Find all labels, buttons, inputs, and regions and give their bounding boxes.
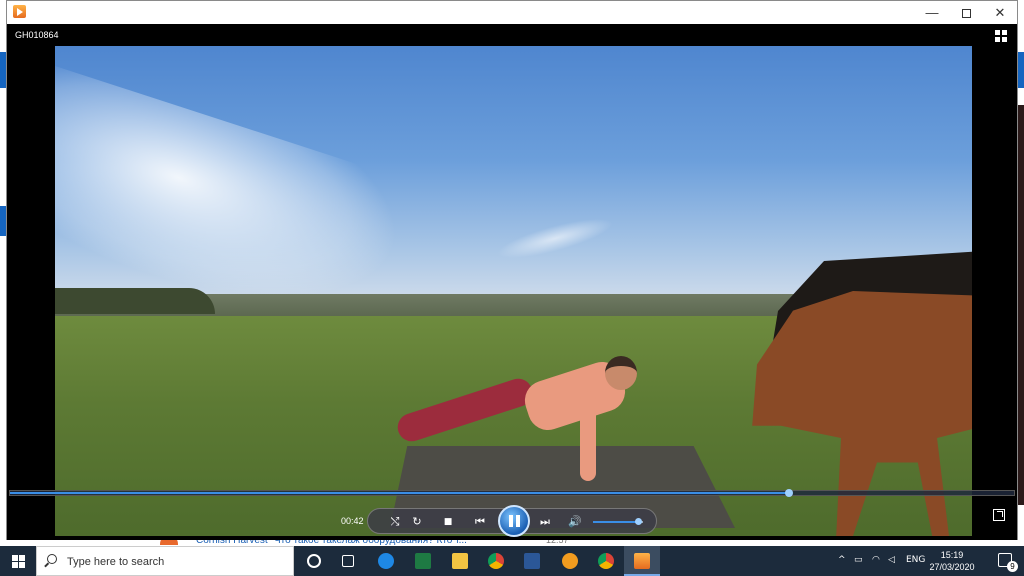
volume-thumb[interactable]	[635, 518, 642, 525]
battery-icon[interactable]: ▭	[854, 555, 863, 565]
language-indicator[interactable]: ENG	[906, 555, 925, 565]
playback-controls: ⤭ ↻ ■ ⏮ ⏭ 🔊	[367, 505, 657, 537]
shuffle-button[interactable]: ⤭	[386, 513, 404, 531]
maximize-icon	[961, 9, 971, 19]
background-window-edge	[1018, 105, 1024, 505]
chrome-profile-icon[interactable]	[588, 546, 624, 576]
excel-icon[interactable]	[405, 546, 441, 576]
fullscreen-icon[interactable]	[993, 509, 1005, 521]
repeat-button[interactable]: ↻	[408, 513, 426, 531]
title-bar[interactable]: — ✕	[7, 1, 1017, 24]
taskbar: Type here to search ^ ▭ ◠ ◁ ENG 15:19 27…	[0, 546, 1024, 576]
person-arm	[580, 391, 596, 481]
search-placeholder: Type here to search	[67, 556, 165, 568]
video-frame	[55, 46, 972, 536]
switch-to-library-icon[interactable]	[995, 30, 1007, 42]
maximize-button[interactable]	[949, 1, 983, 24]
elapsed-time: 00:42	[341, 516, 364, 526]
mute-button[interactable]: 🔊	[566, 513, 584, 531]
cortana-icon[interactable]	[296, 546, 332, 576]
clock-date: 27/03/2020	[929, 562, 975, 572]
seek-thumb[interactable]	[785, 489, 794, 497]
stop-button[interactable]: ■	[439, 513, 457, 531]
file-name: GH010864	[15, 30, 59, 40]
volume-slider[interactable]	[593, 518, 643, 525]
task-view-icon[interactable]	[330, 546, 366, 576]
close-button[interactable]: ✕	[983, 1, 1017, 24]
video-area[interactable]: GH010864 00:42 ⤭ ↻ ■ ⏮ ⏭ 🔊	[7, 24, 1017, 540]
pause-button[interactable]	[498, 505, 530, 537]
background-window-edge	[1018, 52, 1024, 88]
chrome-icon[interactable]	[478, 546, 514, 576]
tray-chevron-icon[interactable]: ^	[838, 555, 846, 565]
speaker-icon[interactable]: ◁	[888, 555, 895, 565]
minimize-button[interactable]: —	[915, 1, 949, 24]
edge-icon[interactable]	[368, 546, 404, 576]
start-button[interactable]	[0, 546, 36, 576]
volume-level	[593, 521, 638, 523]
system-tray: ^ ▭ ◠ ◁ ENG 15:19 27/03/2020 9	[824, 546, 1024, 576]
previous-button[interactable]: ⏮	[471, 513, 489, 531]
file-explorer-icon[interactable]	[442, 546, 478, 576]
search-icon	[47, 554, 57, 564]
word-icon[interactable]	[514, 546, 550, 576]
seek-bar[interactable]	[9, 489, 1015, 497]
next-button[interactable]: ⏭	[536, 513, 554, 531]
person-head	[605, 356, 637, 390]
media-player-taskbar-icon[interactable]	[624, 546, 660, 576]
hedge	[55, 288, 215, 314]
vpn-icon[interactable]	[552, 546, 588, 576]
clock-time: 15:19	[940, 550, 964, 560]
media-player-window: — ✕ GH010864 00:42 ⤭ ↻ ■ ⏮ ⏭ 🔊	[6, 0, 1018, 540]
clock[interactable]: 15:19 27/03/2020	[924, 549, 980, 573]
media-player-icon	[13, 5, 26, 18]
seek-progress	[10, 492, 790, 494]
notification-count: 9	[1007, 561, 1018, 572]
taskbar-search[interactable]: Type here to search	[36, 546, 294, 576]
wifi-icon[interactable]: ◠	[872, 555, 880, 565]
